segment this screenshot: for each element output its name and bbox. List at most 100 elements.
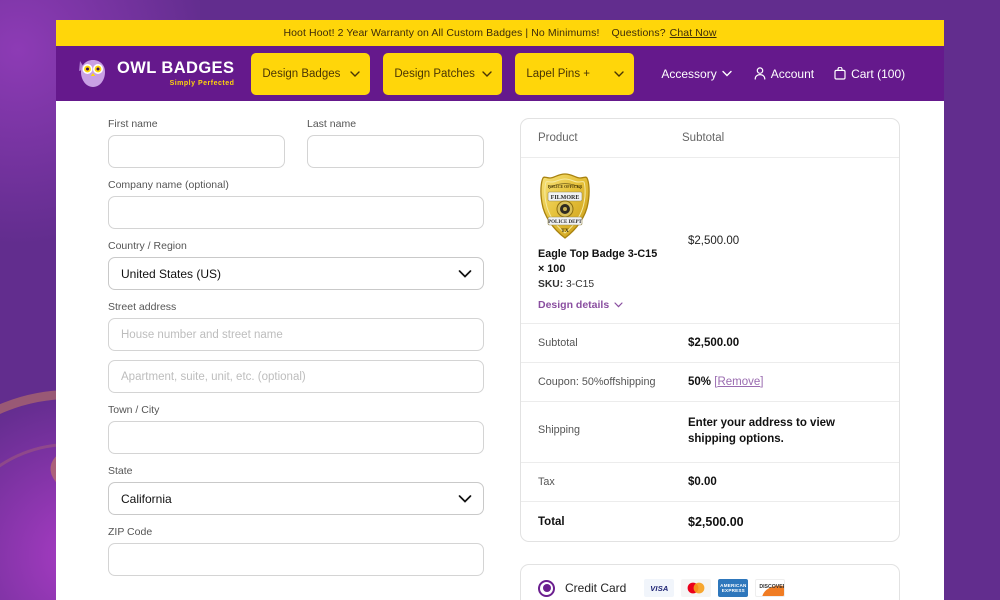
zip-label: ZIP Code (108, 526, 153, 538)
column-header-product: Product (538, 132, 578, 144)
city-input[interactable] (108, 421, 484, 454)
svg-text:FILMORE: FILMORE (551, 195, 580, 201)
summary-table-header: Product Subtotal (521, 119, 899, 158)
product-subtotal: $2,500.00 (688, 235, 740, 248)
website-page: Hoot Hoot! 2 Year Warranty on All Custom… (56, 20, 944, 600)
chevron-down-icon (722, 70, 732, 77)
city-label: Town / City (108, 404, 160, 416)
logo-tagline: Simply Perfected (169, 79, 235, 87)
chevron-down-icon (614, 70, 625, 77)
police-badge-product-image: POLICE OFFICER FILMORE POLICE DEPT TX (538, 172, 592, 240)
design-details-toggle[interactable]: Design details (538, 299, 682, 311)
nav-button-design-badges[interactable]: Design Badges (251, 52, 371, 95)
summary-row-shipping: Shipping Enter your address to view ship… (521, 402, 899, 464)
nav-link-accessory[interactable]: Accessory (661, 67, 732, 81)
nav-button-design-patches[interactable]: Design Patches (383, 52, 503, 95)
row-value: $2,500.00 (688, 514, 744, 529)
street-address-input[interactable] (108, 318, 484, 351)
design-details-label: Design details (538, 298, 610, 311)
country-select[interactable]: United States (US) (108, 257, 484, 290)
remove-coupon-label: Remove (717, 375, 761, 388)
row-value: $0.00 (688, 476, 717, 489)
product-name: Eagle Top Badge 3-C15 (538, 248, 658, 260)
chevron-down-icon (614, 302, 623, 308)
row-label: Subtotal (538, 336, 578, 349)
chevron-down-icon (458, 494, 472, 503)
row-label: Total (538, 515, 565, 528)
company-label: Company name (optional) (108, 179, 229, 191)
nav-link-label: Account (770, 66, 815, 81)
billing-form: First name Last name Company name (optio… (108, 118, 506, 600)
chevron-down-icon (482, 70, 493, 77)
last-name-input[interactable] (307, 135, 484, 168)
sku-value: 3-C15 (566, 278, 595, 290)
state-label: State (108, 465, 133, 477)
payment-option-credit-card[interactable]: Credit Card VISA AMERICAN EXPRESS DISCOV… (521, 565, 899, 600)
nav-button-label: Lapel Pins + (526, 67, 590, 80)
apartment-input[interactable] (108, 360, 484, 393)
country-group: Country / Region United States (US) (108, 240, 484, 290)
last-name-group: Last name (307, 118, 484, 168)
checkout-content: First name Last name Company name (optio… (56, 101, 944, 600)
promo-question: Questions? (611, 27, 666, 39)
column-header-subtotal: Subtotal (682, 132, 725, 144)
payment-method-card: Credit Card VISA AMERICAN EXPRESS DISCOV… (520, 564, 900, 600)
row-label: Coupon: 50%offshipping (538, 375, 656, 388)
product-quantity: × 100 (538, 262, 566, 275)
apartment-group (108, 360, 484, 393)
owl-logo-icon (76, 58, 110, 90)
first-name-label: First name (108, 118, 158, 130)
row-value: Enter your address to view shipping opti… (688, 416, 835, 446)
country-selected-value: United States (US) (121, 266, 222, 281)
zip-group: ZIP Code (108, 526, 484, 576)
city-group: Town / City (108, 404, 484, 454)
summary-row-total: Total $2,500.00 (521, 502, 899, 541)
row-value: 50% [Remove] (688, 376, 763, 388)
row-label: Shipping (538, 423, 581, 436)
first-name-group: First name (108, 118, 285, 168)
coupon-percent: 50% (688, 375, 712, 388)
logo-title: OWL BADGES (117, 59, 235, 78)
logo-text: OWL BADGES Simply Perfected (117, 60, 234, 87)
company-input[interactable] (108, 196, 484, 229)
chevron-down-icon (458, 269, 472, 278)
site-header-nav: OWL BADGES Simply Perfected Design Badge… (56, 46, 944, 101)
summary-row-coupon: Coupon: 50%offshipping 50% [Remove] (521, 363, 899, 402)
visa-icon: VISA (644, 579, 675, 598)
summary-row-subtotal: Subtotal $2,500.00 (521, 324, 899, 363)
nav-link-account[interactable]: Account (754, 67, 814, 81)
state-selected-value: California (121, 491, 172, 506)
state-select[interactable]: California (108, 482, 484, 515)
nav-link-cart[interactable]: Cart (100) (834, 67, 905, 81)
zip-input[interactable] (108, 543, 484, 576)
cart-bag-icon (834, 67, 846, 80)
nav-button-lapel-pins[interactable]: Lapel Pins + (515, 52, 635, 95)
svg-text:POLICE DEPT: POLICE DEPT (548, 220, 582, 225)
nav-button-label: Design Patches (394, 67, 475, 80)
row-value: $2,500.00 (688, 336, 740, 349)
amex-line2: EXPRESS (721, 588, 745, 594)
american-express-icon: AMERICAN EXPRESS (718, 579, 749, 598)
row-label: Tax (538, 476, 555, 489)
credit-card-label: Credit Card (565, 581, 627, 596)
person-icon (754, 67, 766, 80)
remove-coupon-link[interactable]: [Remove] (714, 376, 763, 388)
product-info: POLICE OFFICER FILMORE POLICE DEPT TX Ea… (538, 172, 682, 311)
svg-text:TX: TX (561, 228, 569, 234)
product-row: POLICE OFFICER FILMORE POLICE DEPT TX Ea… (521, 158, 899, 324)
svg-text:POLICE OFFICER: POLICE OFFICER (548, 184, 582, 189)
site-logo[interactable]: OWL BADGES Simply Perfected (76, 58, 234, 90)
street-address-group: Street address (108, 301, 484, 351)
country-label: Country / Region (108, 240, 187, 252)
product-sku: SKU: 3-C15 (538, 279, 682, 290)
nav-button-label: Design Badges (262, 67, 341, 80)
chat-now-link[interactable]: Chat Now (670, 27, 717, 39)
company-group: Company name (optional) (108, 179, 484, 229)
credit-card-radio[interactable] (538, 579, 555, 597)
state-group: State California (108, 465, 484, 515)
discover-icon: DISCOVER (755, 579, 786, 598)
summary-row-tax: Tax $0.00 (521, 463, 899, 503)
order-summary-panel: Product Subtotal POLICE OFFICER FILMORE … (506, 118, 900, 600)
first-name-input[interactable] (108, 135, 285, 168)
street-address-label: Street address (108, 301, 177, 313)
